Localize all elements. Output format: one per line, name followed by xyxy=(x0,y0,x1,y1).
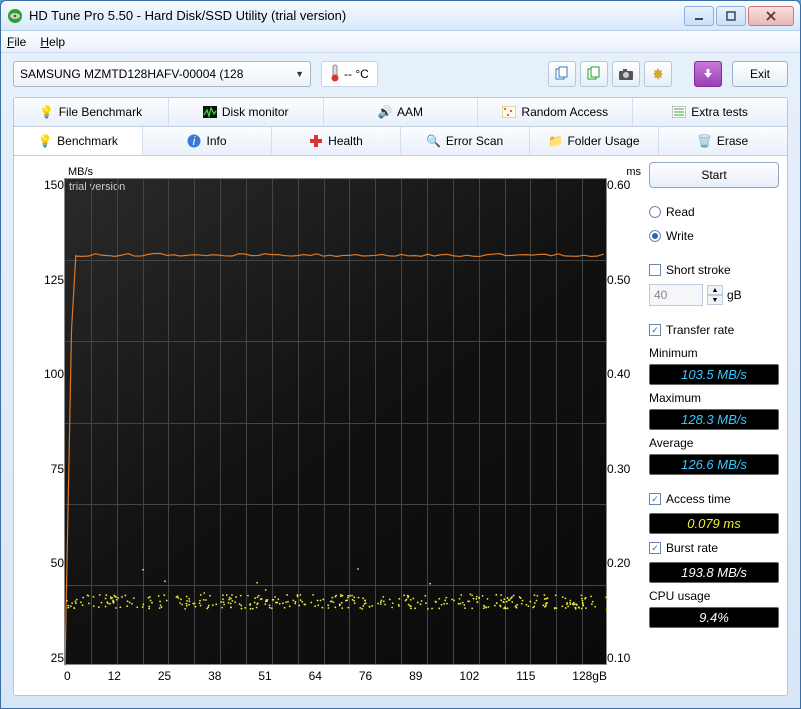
benchmark-chart: MB/s ms 150125100755025 0.600.500.400.30… xyxy=(22,162,641,687)
close-button[interactable] xyxy=(748,6,794,26)
short-stroke-spinner[interactable]: ▲▼ xyxy=(707,285,723,305)
exit-button[interactable]: Exit xyxy=(732,61,788,87)
window-title: HD Tune Pro 5.50 - Hard Disk/SSD Utility… xyxy=(29,8,684,23)
mode-write-radio[interactable]: Write xyxy=(649,226,779,246)
min-label: Minimum xyxy=(649,346,779,360)
tab-health[interactable]: Health xyxy=(272,127,401,155)
drive-select[interactable]: SAMSUNG MZMTD128HAFV-00004 (128 ▼ xyxy=(13,61,311,87)
folder-icon: 📁 xyxy=(548,134,562,148)
menu-file[interactable]: File xyxy=(7,35,26,49)
transfer-rate-check[interactable]: Transfer rate xyxy=(649,320,779,340)
save-button[interactable] xyxy=(694,61,722,87)
access-time-value: 0.079 ms xyxy=(649,513,779,534)
chevron-down-icon: ▼ xyxy=(295,69,304,79)
mode-read-radio[interactable]: Read xyxy=(649,202,779,222)
list-icon xyxy=(672,105,686,119)
trash-icon: 🗑️ xyxy=(698,134,712,148)
random-icon xyxy=(502,105,516,119)
cpu-value: 9.4% xyxy=(649,607,779,628)
bulb-icon: 💡 xyxy=(40,105,54,119)
menu-help[interactable]: Help xyxy=(40,35,65,49)
options-button[interactable] xyxy=(644,61,672,87)
health-icon xyxy=(309,134,323,148)
copy-results-button[interactable] xyxy=(580,61,608,87)
tab-info[interactable]: iInfo xyxy=(143,127,272,155)
avg-value: 126.6 MB/s xyxy=(649,454,779,475)
tab-file-benchmark[interactable]: 💡File Benchmark xyxy=(14,98,169,126)
y-axis-right: 0.600.500.400.300.200.10 xyxy=(607,178,641,665)
min-value: 103.5 MB/s xyxy=(649,364,779,385)
burst-rate-check[interactable]: Burst rate xyxy=(649,538,779,558)
menubar: File Help xyxy=(1,31,800,53)
tab-disk-monitor[interactable]: Disk monitor xyxy=(169,98,324,126)
speaker-icon: 🔊 xyxy=(378,105,392,119)
max-value: 128.3 MB/s xyxy=(649,409,779,430)
tab-erase[interactable]: 🗑️Erase xyxy=(659,127,787,155)
short-stroke-check[interactable]: Short stroke xyxy=(649,260,779,280)
tab-benchmark[interactable]: 💡Benchmark xyxy=(14,127,143,155)
copy-info-button[interactable] xyxy=(548,61,576,87)
x-axis: 012253851647689102115128gB xyxy=(64,669,607,687)
svg-text:i: i xyxy=(193,134,196,148)
start-button[interactable]: Start xyxy=(649,162,779,188)
y-axis-left-label: MB/s xyxy=(68,166,93,178)
access-time-check[interactable]: Access time xyxy=(649,489,779,509)
thermometer-icon xyxy=(330,64,340,85)
avg-label: Average xyxy=(649,436,779,450)
monitor-icon xyxy=(203,105,217,119)
cpu-label: CPU usage xyxy=(649,589,779,603)
temperature-value: -- °C xyxy=(344,67,369,81)
tab-error-scan[interactable]: 🔍Error Scan xyxy=(401,127,530,155)
maximize-button[interactable] xyxy=(716,6,746,26)
results-sidebar: Start Read Write Short stroke ▲▼ gB Tran… xyxy=(649,162,779,687)
tab-extra-tests[interactable]: Extra tests xyxy=(633,98,787,126)
tab-aam[interactable]: 🔊AAM xyxy=(324,98,479,126)
screenshot-button[interactable] xyxy=(612,61,640,87)
short-stroke-input[interactable] xyxy=(649,284,703,306)
bulb-yellow-icon: 💡 xyxy=(38,134,52,148)
magnifier-icon: 🔍 xyxy=(427,134,441,148)
tab-folder-usage[interactable]: 📁Folder Usage xyxy=(530,127,659,155)
temperature-display: -- °C xyxy=(321,61,378,87)
max-label: Maximum xyxy=(649,391,779,405)
y-axis-right-label: ms xyxy=(626,166,641,178)
tabs-row-upper: 💡File Benchmark Disk monitor 🔊AAM Random… xyxy=(14,98,787,127)
tab-random-access[interactable]: Random Access xyxy=(478,98,633,126)
burst-rate-value: 193.8 MB/s xyxy=(649,562,779,583)
tabs-row-lower: 💡Benchmark iInfo Health 🔍Error Scan 📁Fol… xyxy=(14,127,787,156)
minimize-button[interactable] xyxy=(684,6,714,26)
app-icon xyxy=(7,8,23,24)
info-icon: i xyxy=(187,134,201,148)
drive-select-value: SAMSUNG MZMTD128HAFV-00004 (128 xyxy=(20,67,243,81)
titlebar: HD Tune Pro 5.50 - Hard Disk/SSD Utility… xyxy=(1,1,800,31)
y-axis-left: 150125100755025 xyxy=(22,178,64,665)
